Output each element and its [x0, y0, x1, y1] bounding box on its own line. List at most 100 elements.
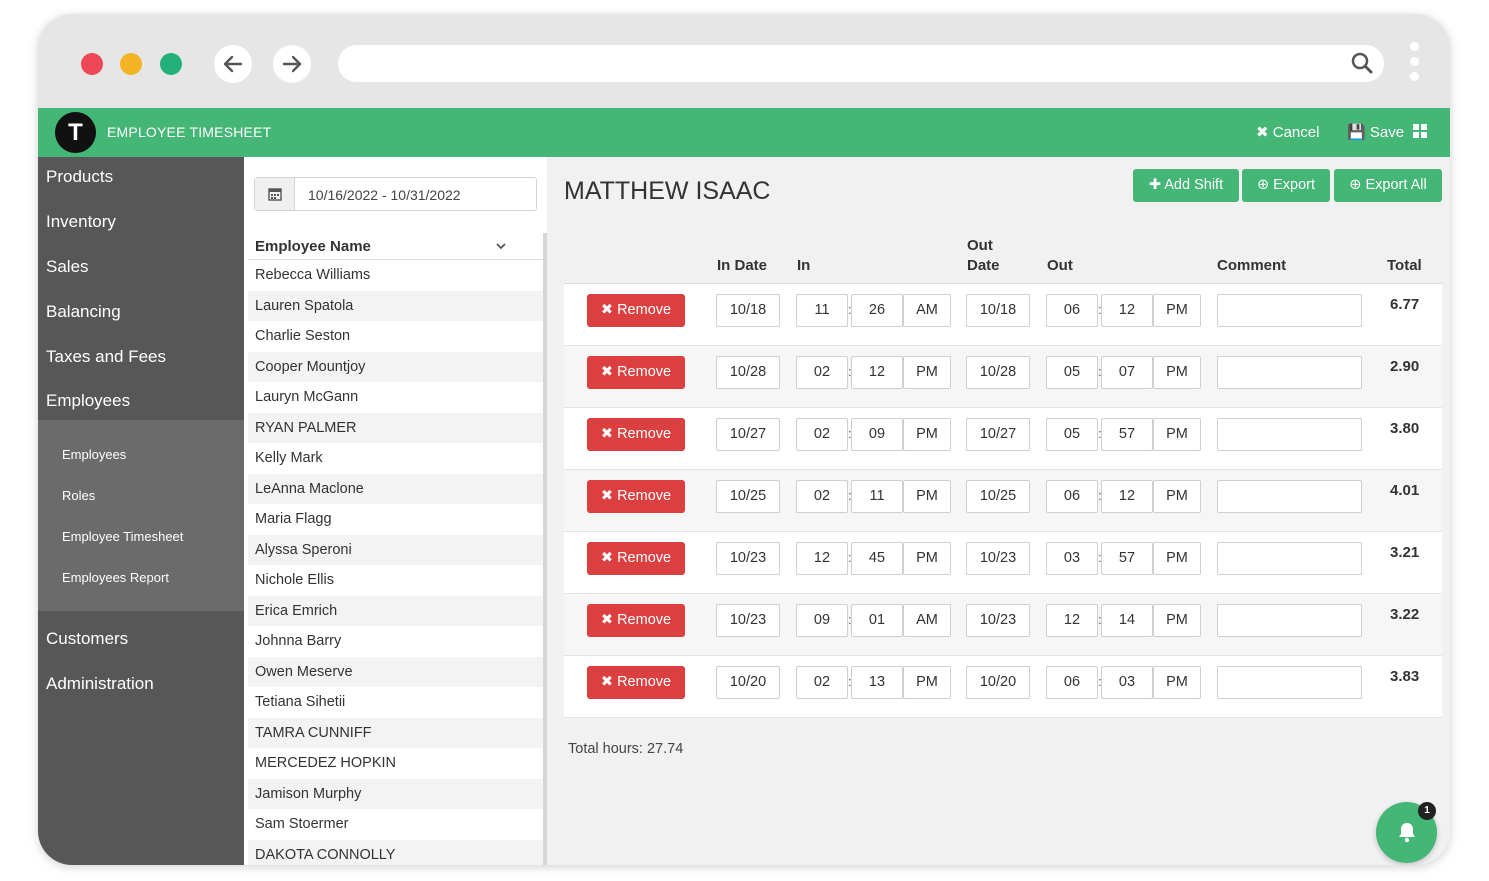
sidebar-item-balancing[interactable]: Balancing — [46, 302, 121, 322]
in-hour-field[interactable]: 11 — [796, 294, 848, 327]
out-ampm-field[interactable]: PM — [1153, 604, 1201, 637]
comment-field[interactable] — [1217, 480, 1362, 513]
employee-list-item[interactable]: Lauryn McGann — [248, 382, 543, 413]
out-hour-field[interactable]: 05 — [1046, 418, 1098, 451]
out-date-field[interactable]: 10/28 — [966, 356, 1030, 389]
in-minute-field[interactable]: 01 — [851, 604, 903, 637]
employee-list-item[interactable]: Charlie Seston — [248, 321, 543, 352]
out-date-field[interactable]: 10/23 — [966, 542, 1030, 575]
remove-shift-button[interactable]: ✖ Remove — [587, 356, 685, 389]
forward-button[interactable] — [273, 45, 311, 83]
in-ampm-field[interactable]: PM — [903, 356, 951, 389]
in-hour-field[interactable]: 12 — [796, 542, 848, 575]
in-hour-field[interactable]: 02 — [796, 480, 848, 513]
out-date-field[interactable]: 10/18 — [966, 294, 1030, 327]
in-date-field[interactable]: 10/28 — [716, 356, 780, 389]
employee-list-item[interactable]: Jamison Murphy — [248, 778, 543, 809]
in-hour-field[interactable]: 09 — [796, 604, 848, 637]
in-ampm-field[interactable]: AM — [903, 294, 951, 327]
export-all-button[interactable]: ⊕ Export All — [1334, 169, 1442, 202]
employee-list-item[interactable]: Rebecca Williams — [248, 260, 543, 291]
employee-list-item[interactable]: Erica Emrich — [248, 595, 543, 626]
in-minute-field[interactable]: 45 — [851, 542, 903, 575]
sidebar-item-taxes-and-fees[interactable]: Taxes and Fees — [46, 347, 166, 367]
employee-list-item[interactable]: TAMRA CUNNIFF — [248, 717, 543, 748]
comment-field[interactable] — [1217, 418, 1362, 451]
in-ampm-field[interactable]: AM — [903, 604, 951, 637]
save-button[interactable]: 💾 Save — [1347, 123, 1404, 141]
in-minute-field[interactable]: 11 — [851, 480, 903, 513]
out-minute-field[interactable]: 03 — [1101, 666, 1153, 699]
out-date-field[interactable]: 10/27 — [966, 418, 1030, 451]
browser-menu-icon[interactable] — [1408, 42, 1420, 86]
sidebar-item-customers[interactable]: Customers — [46, 629, 128, 649]
employee-list-header[interactable]: Employee Name — [248, 233, 543, 260]
in-minute-field[interactable]: 13 — [851, 666, 903, 699]
apps-grid-icon[interactable] — [1413, 124, 1427, 138]
in-date-field[interactable]: 10/23 — [716, 542, 780, 575]
employee-list-item[interactable]: Owen Meserve — [248, 656, 543, 687]
in-date-field[interactable]: 10/20 — [716, 666, 780, 699]
comment-field[interactable] — [1217, 604, 1362, 637]
out-ampm-field[interactable]: PM — [1153, 480, 1201, 513]
out-minute-field[interactable]: 07 — [1101, 356, 1153, 389]
out-hour-field[interactable]: 06 — [1046, 294, 1098, 327]
employee-list-item[interactable]: Lauren Spatola — [248, 290, 543, 321]
in-ampm-field[interactable]: PM — [903, 666, 951, 699]
remove-shift-button[interactable]: ✖ Remove — [587, 294, 685, 327]
sidebar-item-products[interactable]: Products — [46, 167, 113, 187]
employee-list-item[interactable]: Kelly Mark — [248, 443, 543, 474]
maximize-window-button[interactable] — [160, 53, 182, 75]
out-minute-field[interactable]: 14 — [1101, 604, 1153, 637]
in-minute-field[interactable]: 09 — [851, 418, 903, 451]
subnav-item-employees[interactable]: Employees — [62, 447, 126, 462]
in-date-field[interactable]: 10/25 — [716, 480, 780, 513]
sidebar-item-inventory[interactable]: Inventory — [46, 212, 116, 232]
in-ampm-field[interactable]: PM — [903, 480, 951, 513]
in-hour-field[interactable]: 02 — [796, 356, 848, 389]
out-minute-field[interactable]: 12 — [1101, 480, 1153, 513]
in-ampm-field[interactable]: PM — [903, 542, 951, 575]
subnav-item-roles[interactable]: Roles — [62, 488, 95, 503]
employee-list-item[interactable]: Alyssa Speroni — [248, 534, 543, 565]
comment-field[interactable] — [1217, 294, 1362, 327]
employee-list-item[interactable]: Sam Stoermer — [248, 809, 543, 840]
close-window-button[interactable] — [81, 53, 103, 75]
employee-list-item[interactable]: Johnna Barry — [248, 626, 543, 657]
out-hour-field[interactable]: 03 — [1046, 542, 1098, 575]
chevron-down-icon[interactable] — [495, 240, 507, 252]
calendar-icon[interactable] — [255, 178, 295, 210]
minimize-window-button[interactable] — [120, 53, 142, 75]
out-ampm-field[interactable]: PM — [1153, 666, 1201, 699]
in-date-field[interactable]: 10/18 — [716, 294, 780, 327]
employee-list-item[interactable]: Tetiana Sihetii — [248, 687, 543, 718]
remove-shift-button[interactable]: ✖ Remove — [587, 418, 685, 451]
in-date-field[interactable]: 10/23 — [716, 604, 780, 637]
out-hour-field[interactable]: 06 — [1046, 666, 1098, 699]
employee-list-item[interactable]: DAKOTA CONNOLLY — [248, 839, 543, 865]
export-button[interactable]: ⊕ Export — [1242, 169, 1330, 202]
employee-list-item[interactable]: Nichole Ellis — [248, 565, 543, 596]
comment-field[interactable] — [1217, 542, 1362, 575]
in-minute-field[interactable]: 12 — [851, 356, 903, 389]
employee-list-item[interactable]: LeAnna Maclone — [248, 473, 543, 504]
out-minute-field[interactable]: 12 — [1101, 294, 1153, 327]
subnav-item-employee-timesheet[interactable]: Employee Timesheet — [62, 529, 183, 544]
out-ampm-field[interactable]: PM — [1153, 418, 1201, 451]
in-date-field[interactable]: 10/27 — [716, 418, 780, 451]
out-ampm-field[interactable]: PM — [1153, 356, 1201, 389]
remove-shift-button[interactable]: ✖ Remove — [587, 542, 685, 575]
out-hour-field[interactable]: 05 — [1046, 356, 1098, 389]
out-hour-field[interactable]: 06 — [1046, 480, 1098, 513]
cancel-button[interactable]: ✖ Cancel — [1256, 123, 1319, 141]
employee-list-item[interactable]: RYAN PALMER — [248, 412, 543, 443]
out-minute-field[interactable]: 57 — [1101, 418, 1153, 451]
sidebar-item-administration[interactable]: Administration — [46, 674, 154, 694]
employee-list-item[interactable]: MERCEDEZ HOPKIN — [248, 748, 543, 779]
out-ampm-field[interactable]: PM — [1153, 294, 1201, 327]
date-range-picker[interactable]: 10/16/2022 - 10/31/2022 — [254, 177, 537, 211]
out-date-field[interactable]: 10/23 — [966, 604, 1030, 637]
in-hour-field[interactable]: 02 — [796, 418, 848, 451]
out-hour-field[interactable]: 12 — [1046, 604, 1098, 637]
search-icon[interactable] — [1350, 51, 1374, 75]
